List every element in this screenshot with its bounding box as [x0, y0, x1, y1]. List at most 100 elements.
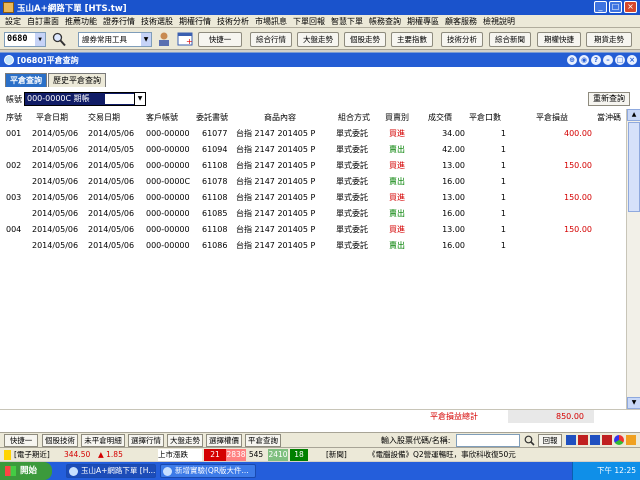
menu-options-quotes[interactable]: 期權行情 [177, 16, 215, 27]
panel-titlebar: [0680]平倉查詢 ⊕ ◉ ? – □ × [0, 53, 640, 67]
scroll-down-icon[interactable]: ▼ [627, 397, 640, 409]
row-side: 賣出 [389, 241, 405, 250]
windows-logo-icon [5, 466, 16, 476]
toolbar-futures-trend-button[interactable]: 期貨走勢 [586, 32, 632, 47]
panel-logo-icon [4, 55, 14, 65]
stock-code-input[interactable]: 0680 ▼ [4, 32, 46, 47]
menu-technical-screening[interactable]: 技術選股 [139, 16, 177, 27]
stock-search-input[interactable] [456, 434, 520, 447]
account-label: 帳號 [6, 95, 22, 104]
bottom-option-quotes-button[interactable]: 選擇行情 [128, 434, 164, 447]
row-account: 000-00000 [146, 161, 190, 170]
sell-icon[interactable] [590, 435, 600, 445]
toolbar-major-index-button[interactable]: 主要指數 [391, 32, 433, 47]
scroll-up-icon[interactable]: ▲ [627, 109, 640, 121]
close-button[interactable]: × [624, 1, 637, 13]
menu-stock-quotes[interactable]: 證券行情 [101, 16, 139, 27]
bottom-stock-technical-button[interactable]: 個股技術 [42, 434, 78, 447]
col-seq: 序號 [6, 113, 22, 122]
row-close-date: 2014/05/06 [32, 145, 79, 154]
menu-technical-analysis[interactable]: 技術分析 [215, 16, 253, 27]
row-trade-date: 2014/05/06 [88, 161, 135, 170]
panel-min-icon[interactable]: – [603, 55, 613, 65]
tab-close-position-query[interactable]: 平倉查詢 [5, 73, 47, 87]
menu-smart-order[interactable]: 智慧下單 [329, 16, 367, 27]
toolbar-technical-analysis-button[interactable]: 技術分析 [441, 32, 483, 47]
table-row[interactable]: 2014/05/06 2014/05/06 000-00000 61086 台指 214… [0, 238, 625, 254]
menu-bar: 設定 自訂畫面 推薦功能 證券行情 技術選股 期權行情 技術分析 市場訊息 下單… [0, 15, 640, 28]
cancel-icon[interactable] [602, 435, 612, 445]
table-row[interactable]: 002 2014/05/06 2014/05/06 000-00000 61108 台指 … [0, 158, 625, 174]
up-limit-count: 2838 [226, 449, 246, 461]
search-icon[interactable] [524, 435, 535, 446]
task-other-app-label: 新增實驗(QR版大件... [175, 466, 249, 475]
toolbar-overall-quotes-button[interactable]: 綜合行情 [250, 32, 292, 47]
market-label: 上市漲跌 [158, 449, 202, 461]
panel-link-icon[interactable]: ⊕ [567, 55, 577, 65]
minimize-button[interactable]: _ [594, 1, 607, 13]
row-order-no: 61094 [202, 145, 228, 154]
maximize-button[interactable]: □ [609, 1, 622, 13]
chevron-down-icon[interactable]: ▼ [141, 33, 151, 46]
news-text[interactable]: 《電腦設備》Q2營運暢旺，事欣科收復50元 [368, 449, 516, 461]
row-account: 000-00000 [146, 129, 190, 138]
search-icon[interactable] [52, 32, 66, 47]
table-scrollbar[interactable]: ▲ ▼ [626, 109, 640, 409]
bottom-close-query-button[interactable]: 平倉查詢 [245, 434, 281, 447]
menu-help[interactable]: 檢視說明 [481, 16, 519, 27]
table-row[interactable]: 003 2014/05/06 2014/05/06 000-00000 61108 台指 … [0, 190, 625, 206]
tool-select[interactable]: 證券常用工具 ▼ [78, 32, 152, 47]
panel-help-icon[interactable]: ? [591, 55, 601, 65]
table-row[interactable]: 001 2014/05/06 2014/05/06 000-00000 61077 台指 … [0, 126, 625, 142]
toolbar-news-button[interactable]: 綜合新聞 [489, 32, 531, 47]
refresh-query-button[interactable]: 重新查詢 [588, 92, 630, 106]
table-row[interactable]: 2014/05/06 2014/05/06 000-00000 61085 台指 214… [0, 206, 625, 222]
menu-customer-service[interactable]: 顧客服務 [443, 16, 481, 27]
toolbar-market-trend-button[interactable]: 大盤走勢 [297, 32, 339, 47]
tab-history-close-query[interactable]: 歷史平倉查詢 [48, 73, 106, 87]
account-select[interactable]: 000-0000C 期帳 ▼ [24, 92, 146, 106]
menu-order-report[interactable]: 下單回報 [291, 16, 329, 27]
chevron-down-icon[interactable]: ▼ [35, 33, 45, 46]
scroll-thumb[interactable] [628, 122, 640, 212]
menu-settings[interactable]: 設定 [3, 16, 25, 27]
color-palette-icon[interactable] [614, 435, 624, 445]
bottom-option-price-button[interactable]: 選擇權價 [206, 434, 242, 447]
report-button[interactable]: 回報 [538, 434, 562, 447]
menu-recommended[interactable]: 推薦功能 [63, 16, 101, 27]
menu-account-query[interactable]: 帳務查詢 [367, 16, 405, 27]
table-row[interactable]: 004 2014/05/06 2014/05/06 000-00000 61108 台指 … [0, 222, 625, 238]
row-product: 台指 2147 201405 P [236, 193, 316, 202]
menu-options-zone[interactable]: 期權專區 [405, 16, 443, 27]
order-icon[interactable] [566, 435, 576, 445]
bottom-market-trend-button[interactable]: 大盤走勢 [167, 434, 203, 447]
panel-pin-icon[interactable]: ◉ [579, 55, 589, 65]
futures-label: [電子期近] [14, 450, 50, 459]
col-side: 買賣別 [385, 113, 409, 122]
panel-close-icon[interactable]: × [627, 55, 637, 65]
row-side: 賣出 [389, 209, 405, 218]
row-order-no: 61108 [202, 225, 228, 234]
toolbar-quick-one-button[interactable]: 快捷一 [198, 32, 242, 47]
row-account: 000-00000 [146, 193, 190, 202]
start-button[interactable]: 開始 [0, 462, 52, 480]
bottom-quick-one-button[interactable]: 快捷一 [4, 434, 38, 447]
task-other-app[interactable]: 新增實驗(QR版大件... [160, 464, 256, 478]
table-row[interactable]: 2014/05/06 2014/05/06 000-0000C 61078 台指 214… [0, 174, 625, 190]
menu-custom-screen[interactable]: 自訂畫面 [25, 16, 63, 27]
row-price: 13.00 [442, 193, 465, 202]
chevron-down-icon[interactable]: ▼ [134, 93, 145, 105]
menu-market-info[interactable]: 市場訊息 [253, 16, 291, 27]
panel-max-icon[interactable]: □ [615, 55, 625, 65]
toolbar-stock-trend-button[interactable]: 個股走勢 [344, 32, 386, 47]
table-row[interactable]: 2014/05/06 2014/05/05 000-00000 61094 台指 214… [0, 142, 625, 158]
window-layout-icon[interactable]: + [177, 31, 193, 47]
buy-icon[interactable] [578, 435, 588, 445]
task-trading-app[interactable]: 玉山A+網路下單 [H... [66, 464, 156, 478]
settings-icon[interactable] [626, 435, 636, 445]
toolbar-options-quick-button[interactable]: 期權快捷 [537, 32, 581, 47]
bottom-open-position-button[interactable]: 未平倉明細 [81, 434, 125, 447]
row-account: 000-0000C [146, 177, 191, 186]
row-side: 賣出 [389, 177, 405, 186]
person-icon[interactable] [156, 31, 172, 47]
